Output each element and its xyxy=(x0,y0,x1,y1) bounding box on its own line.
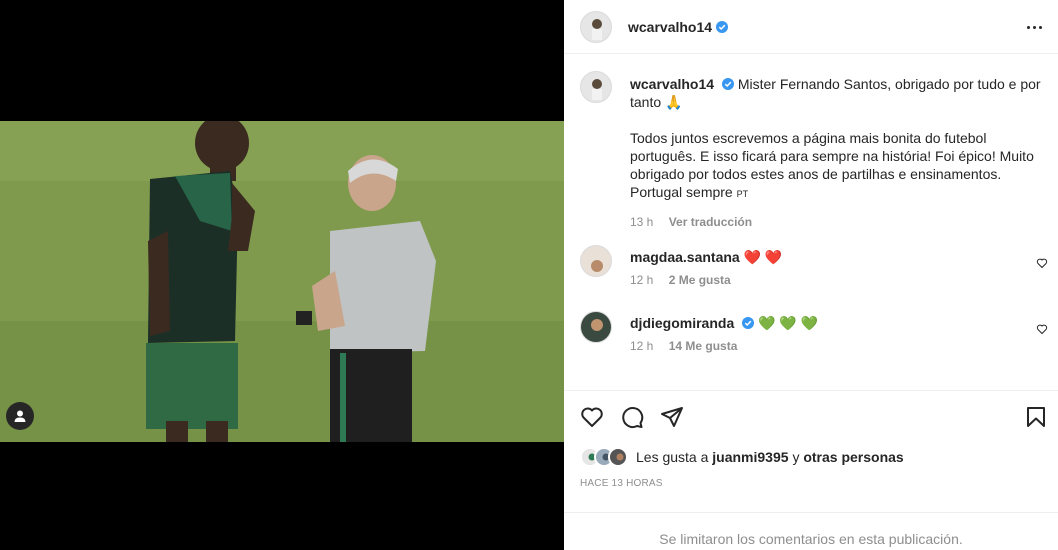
comment-likes[interactable]: 2 Me gusta xyxy=(669,273,731,287)
commenter-username[interactable]: magdaa.santana xyxy=(630,249,740,265)
heart-icon[interactable] xyxy=(580,405,604,429)
post-details-panel: wcarvalho14 wcarvalho14 Mister Fernando … xyxy=(564,0,1058,550)
commenter-username[interactable]: djdiegomiranda xyxy=(630,315,734,331)
liker-username[interactable]: juanmi9395 xyxy=(712,449,788,465)
comment-item: djdiegomiranda 💚 💚 💚 12 h 14 Me gusta xyxy=(580,311,1050,355)
comment-likes[interactable]: 14 Me gusta xyxy=(669,339,738,353)
comment-icon[interactable] xyxy=(620,405,644,429)
post-date[interactable]: HACE 13 HORAS xyxy=(580,478,663,489)
likes-prefix: Les gusta a xyxy=(636,449,709,465)
post-actions-bar xyxy=(564,390,1058,442)
comments-section: wcarvalho14 Mister Fernando Santos, obri… xyxy=(564,55,1058,389)
caption-meta: 13 h Ver traducción xyxy=(630,213,1050,231)
commenter-avatar[interactable] xyxy=(580,311,612,343)
heart-icon[interactable] xyxy=(1036,257,1048,269)
likes-joiner: y xyxy=(792,449,800,465)
author-avatar[interactable] xyxy=(580,10,612,43)
post-header: wcarvalho14 xyxy=(564,0,1058,54)
heart-icon[interactable] xyxy=(1036,323,1048,335)
caption-paragraph: Todos juntos escrevemos a página mais bo… xyxy=(630,130,1034,200)
more-options-button[interactable] xyxy=(1024,17,1044,37)
commenter-avatar[interactable] xyxy=(580,245,612,277)
comment-text: ❤️ ❤️ xyxy=(743,249,783,265)
caption-avatar[interactable] xyxy=(580,71,612,103)
user-icon xyxy=(14,410,26,422)
post-media xyxy=(0,0,564,550)
see-translation-link[interactable]: Ver traducción xyxy=(669,215,752,229)
other-likers-link[interactable]: otras personas xyxy=(803,449,903,465)
bookmark-icon[interactable] xyxy=(1024,405,1048,429)
likes-summary: Les gusta a juanmi9395 y otras personas xyxy=(580,446,904,468)
post-photo[interactable] xyxy=(0,121,564,442)
comment-text: 💚 💚 💚 xyxy=(758,315,819,331)
caption-time[interactable]: 13 h xyxy=(630,215,653,229)
comments-limited-notice: Se limitaron los comentarios en esta pub… xyxy=(564,512,1058,550)
author-username[interactable]: wcarvalho14 xyxy=(628,19,712,35)
photo-illustration xyxy=(0,121,564,442)
comment-item: magdaa.santana ❤️ ❤️ 12 h 2 Me gusta xyxy=(580,245,1050,289)
verified-badge-icon xyxy=(742,317,755,329)
verified-badge-icon xyxy=(716,20,729,33)
send-icon[interactable] xyxy=(660,405,684,429)
caption-username[interactable]: wcarvalho14 xyxy=(630,76,714,92)
pray-emoji-icon: 🙏 xyxy=(665,94,683,110)
comment-time[interactable]: 12 h xyxy=(630,273,653,287)
comment-meta: 12 h 14 Me gusta xyxy=(630,339,749,353)
verified-badge-icon xyxy=(721,78,734,90)
liker-avatar[interactable] xyxy=(608,447,628,467)
flag-icon: PT xyxy=(736,189,749,199)
comment-time[interactable]: 12 h xyxy=(630,339,653,353)
comment-meta: 12 h 2 Me gusta xyxy=(630,273,743,287)
tagged-users-button[interactable] xyxy=(6,402,34,430)
